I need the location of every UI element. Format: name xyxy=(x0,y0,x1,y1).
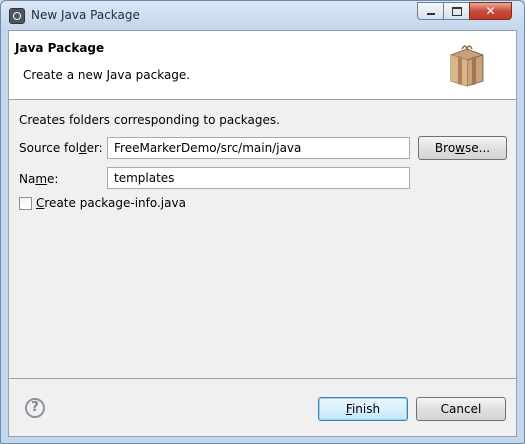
source-folder-input[interactable]: FreeMarkerDemo/src/main/java xyxy=(107,137,410,159)
banner-title: Java Package xyxy=(15,41,105,55)
help-icon[interactable]: ? xyxy=(25,398,45,418)
browse-button[interactable]: Browse... xyxy=(418,136,507,160)
minimize-icon xyxy=(426,13,435,15)
maximize-icon xyxy=(451,6,462,16)
footer-separator xyxy=(9,378,516,379)
dialog-window: New Java Package ✕ Java Package Create a… xyxy=(0,0,525,444)
create-package-info-label[interactable]: Create package-info.java xyxy=(36,196,186,210)
create-package-info-checkbox[interactable] xyxy=(19,197,32,210)
name-label: Name: xyxy=(19,172,59,186)
package-icon xyxy=(450,45,484,87)
wizard-intro-text: Creates folders corresponding to package… xyxy=(19,113,280,127)
title-bar[interactable]: New Java Package ✕ xyxy=(1,1,524,30)
banner-description: Create a new Java package. xyxy=(23,68,191,82)
wizard-banner: Java Package Create a new Java package. xyxy=(9,31,516,99)
eclipse-app-icon xyxy=(9,8,25,24)
banner-separator xyxy=(9,99,516,100)
source-folder-label: Source folder: xyxy=(19,141,103,155)
package-name-input[interactable]: templates xyxy=(107,167,410,189)
dialog-client-area: Java Package Create a new Java package. … xyxy=(8,30,517,437)
window-title: New Java Package xyxy=(31,8,140,22)
finish-button[interactable]: Finish xyxy=(318,397,408,421)
cancel-button[interactable]: Cancel xyxy=(416,397,506,421)
minimize-button[interactable] xyxy=(417,2,444,20)
close-icon: ✕ xyxy=(485,4,496,18)
close-button[interactable]: ✕ xyxy=(469,2,512,20)
maximize-button[interactable] xyxy=(443,2,470,20)
